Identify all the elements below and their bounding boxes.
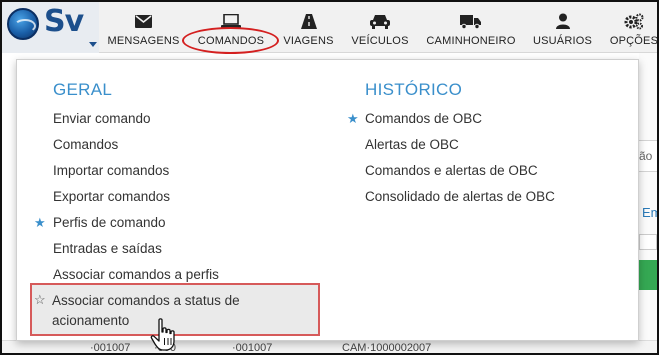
- menu-item-exportar-comandos[interactable]: Exportar comandos: [53, 188, 170, 205]
- background-green-button[interactable]: [639, 260, 657, 290]
- menu-item-alertas-de-obc[interactable]: Alertas de OBC: [365, 136, 459, 153]
- historico-heading: HISTÓRICO: [365, 80, 463, 99]
- globe-logo-icon: [7, 8, 39, 40]
- cogs-icon: [623, 12, 645, 30]
- brand-name: Sv: [44, 4, 84, 39]
- menu-item-perfis-de-comando[interactable]: Perfis de comando: [53, 214, 166, 231]
- app-window: Sv MENSAGENS COMANDOS VIAGENS VEÍCULOS C…: [0, 0, 659, 355]
- nav-label: OPÇÕES: [609, 35, 659, 47]
- menu-item-importar-comandos[interactable]: Importar comandos: [53, 162, 169, 179]
- nav-item-opcoes[interactable]: OPÇÕES: [606, 2, 659, 53]
- geral-heading: GERAL: [53, 80, 113, 99]
- menu-item-enviar-comando[interactable]: Enviar comando: [53, 110, 151, 127]
- brand-menu[interactable]: Sv: [2, 2, 99, 53]
- car-icon: [369, 12, 391, 30]
- nav-item-caminhoneiro[interactable]: CAMINHONEIRO: [424, 2, 518, 53]
- star-filled-icon[interactable]: ★: [34, 214, 46, 231]
- menu-item-comandos-e-alertas-de-obc[interactable]: Comandos e alertas de OBC: [365, 162, 538, 179]
- hand-cursor-icon: [150, 318, 175, 351]
- nav-label: VIAGENS: [283, 35, 334, 47]
- table-cell: CAM·1000002007: [342, 342, 432, 353]
- nav-label: USUÁRIOS: [532, 35, 593, 47]
- nav-item-veiculos[interactable]: VEÍCULOS: [348, 2, 412, 53]
- user-icon: [552, 12, 574, 30]
- menu-item-associar-comandos-a-perfis[interactable]: Associar comandos a perfis: [53, 266, 219, 283]
- table-cell: ·001007: [90, 342, 131, 353]
- nav-label: VEÍCULOS: [351, 35, 409, 47]
- nav-label: CAMINHONEIRO: [426, 35, 516, 47]
- truck-icon: [460, 12, 482, 30]
- star-outline-icon[interactable]: ☆: [34, 291, 46, 308]
- table-cell: ·001007: [232, 342, 273, 353]
- background-link[interactable]: Emi: [642, 205, 657, 220]
- background-table-row: ·001007 ·000 ·001007 CAM·1000002007: [2, 340, 657, 353]
- envelope-icon: [133, 12, 155, 30]
- menu-item-entradas-e-saidas[interactable]: Entradas e saídas: [53, 240, 162, 257]
- nav-label: MENSAGENS: [107, 35, 180, 47]
- caret-down-icon[interactable]: [89, 42, 97, 47]
- star-filled-icon[interactable]: ★: [347, 110, 359, 127]
- menu-item-comandos[interactable]: Comandos: [53, 136, 118, 153]
- page-background: [639, 53, 657, 353]
- top-navbar: Sv MENSAGENS COMANDOS VIAGENS VEÍCULOS C…: [2, 2, 659, 54]
- nav-item-mensagens[interactable]: MENSAGENS: [105, 2, 182, 53]
- road-icon: [298, 12, 320, 30]
- comandos-highlight-ellipse: [182, 27, 279, 54]
- background-input[interactable]: [639, 234, 657, 250]
- menu-item-comandos-de-obc[interactable]: Comandos de OBC: [365, 110, 482, 127]
- menu-item-consolidado-de-alertas-de-obc[interactable]: Consolidado de alertas de OBC: [365, 188, 555, 205]
- background-select[interactable]: ão: [636, 140, 657, 172]
- nav-item-viagens[interactable]: VIAGENS: [281, 2, 336, 53]
- nav-item-usuarios[interactable]: USUÁRIOS: [530, 2, 595, 53]
